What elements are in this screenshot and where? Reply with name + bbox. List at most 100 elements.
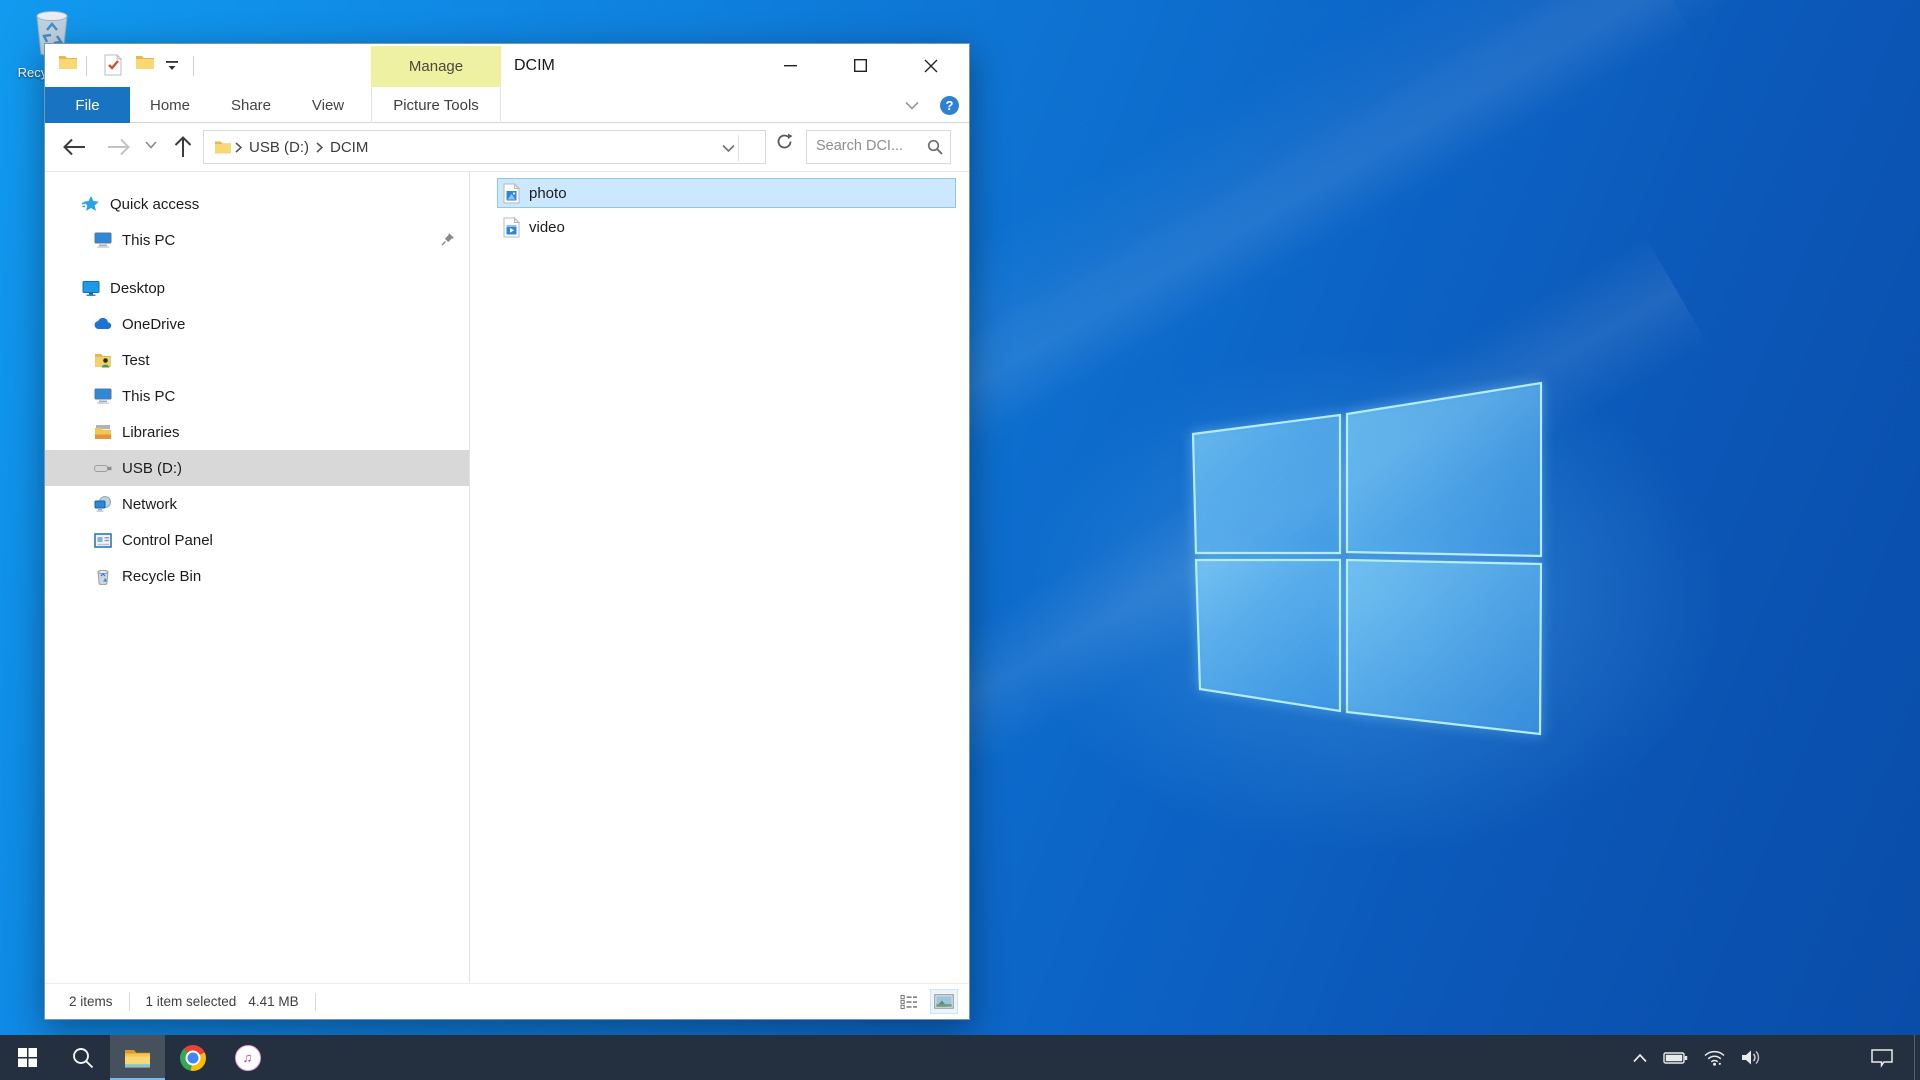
this-pc-icon (94, 231, 112, 249)
file-list: photo video (471, 172, 971, 985)
selection-count: 1 item selected (146, 994, 237, 1009)
libraries-icon (94, 423, 112, 441)
qat-properties-button[interactable] (103, 54, 123, 81)
tab-home[interactable]: Home (130, 87, 210, 123)
taskbar-file-explorer-button[interactable] (110, 1035, 165, 1080)
view-toggle-buttons (896, 990, 957, 1013)
sidebar-item-desktop[interactable]: Desktop (45, 270, 469, 306)
file-name: video (529, 219, 565, 236)
contextual-tab-manage[interactable]: Manage (371, 46, 501, 87)
sidebar-item-usb-d[interactable]: USB (D:) (45, 450, 469, 486)
chrome-icon (180, 1045, 206, 1071)
forward-button[interactable] (106, 135, 132, 159)
window-folder-icon (58, 54, 78, 76)
search-icon (71, 1046, 95, 1070)
show-desktop-button[interactable] (1914, 1035, 1920, 1080)
chevron-down-icon (722, 144, 735, 153)
file-explorer-icon (124, 1047, 151, 1069)
toolbar-separator (86, 56, 87, 76)
refresh-icon (776, 133, 793, 150)
tab-view[interactable]: View (292, 87, 364, 123)
file-explorer-window: Manage DCIM File Home Share View Picture… (44, 43, 970, 1020)
sidebar-item-label: Quick access (110, 196, 199, 213)
quick-access-star-icon (82, 195, 100, 213)
details-view-button[interactable] (896, 990, 922, 1013)
network-icon (94, 495, 112, 513)
user-folder-icon (94, 351, 112, 369)
forward-arrow-icon (106, 135, 132, 159)
this-pc-icon (94, 387, 112, 405)
sidebar-item-label: Recycle Bin (122, 568, 201, 585)
taskbar-itunes-button[interactable]: ♫ (220, 1035, 275, 1080)
breadcrumb-segment-dcim[interactable]: DCIM (326, 139, 372, 156)
up-button[interactable] (172, 135, 194, 159)
status-bar: 2 items 1 item selected 4.41 MB (45, 983, 969, 1019)
hidden-icons-chevron[interactable] (1632, 1053, 1648, 1063)
sidebar-item-this-pc[interactable]: This PC (45, 378, 469, 414)
large-thumbnails-view-button[interactable] (931, 990, 957, 1013)
onedrive-cloud-icon (94, 315, 112, 333)
items-count: 2 items (69, 994, 113, 1009)
minimize-button[interactable] (768, 44, 813, 87)
desktop-icon (82, 279, 100, 297)
expand-ribbon-button[interactable] (901, 95, 923, 115)
ribbon-tabs: File Home Share View Picture Tools ? (45, 87, 969, 123)
qat-customize-dropdown[interactable] (165, 59, 179, 77)
sidebar-item-onedrive[interactable]: OneDrive (45, 306, 469, 342)
sidebar-item-test[interactable]: Test (45, 342, 469, 378)
sidebar-item-network[interactable]: Network (45, 486, 469, 522)
system-tray (1632, 1035, 1763, 1080)
action-center-icon (1870, 1048, 1894, 1068)
toolbar-separator (193, 56, 194, 76)
wifi-icon[interactable] (1703, 1049, 1726, 1066)
sidebar-item-control-panel[interactable]: Control Panel (45, 522, 469, 558)
search-container (806, 130, 951, 164)
sidebar-item-recycle-bin[interactable]: Recycle Bin (45, 558, 469, 594)
address-bar[interactable]: USB (D:) DCIM (203, 130, 766, 164)
qat-new-folder-button[interactable] (135, 54, 155, 76)
search-icon[interactable] (927, 139, 943, 160)
help-button[interactable]: ? (940, 96, 959, 115)
navigation-pane: Quick access This PC Desktop (45, 172, 470, 985)
address-dropdown-button[interactable] (722, 140, 735, 158)
back-button[interactable] (61, 135, 87, 159)
breadcrumb-segment-usb[interactable]: USB (D:) (245, 139, 313, 156)
taskbar-chrome-button[interactable] (165, 1035, 220, 1080)
tab-share[interactable]: Share (210, 87, 292, 123)
breadcrumb-chevron-icon (316, 142, 323, 153)
file-row-photo[interactable]: photo (497, 178, 956, 208)
search-input[interactable] (807, 131, 919, 161)
status-separator (129, 993, 130, 1011)
battery-icon[interactable] (1663, 1051, 1688, 1065)
sidebar-item-quick-access[interactable]: Quick access (45, 186, 469, 222)
sidebar-item-label: Test (122, 352, 150, 369)
back-arrow-icon (61, 135, 87, 159)
itunes-icon: ♫ (235, 1045, 261, 1071)
tab-file[interactable]: File (45, 87, 130, 123)
chevron-down-icon (145, 141, 157, 149)
image-file-icon (503, 183, 520, 204)
help-icon: ? (946, 98, 954, 113)
refresh-button[interactable] (772, 130, 796, 152)
sidebar-item-libraries[interactable]: Libraries (45, 414, 469, 450)
sidebar-item-label: USB (D:) (122, 460, 182, 477)
pin-icon (441, 232, 455, 250)
tab-picture-tools[interactable]: Picture Tools (371, 87, 501, 123)
sidebar-item-label: This PC (122, 232, 175, 249)
usb-drive-icon (94, 459, 112, 477)
action-center-button[interactable] (1870, 1035, 1894, 1080)
address-folder-icon (214, 140, 232, 155)
details-view-icon (900, 994, 918, 1010)
sidebar-item-this-pc-pinned[interactable]: This PC (45, 222, 469, 258)
window-title: DCIM (514, 44, 555, 87)
file-row-video[interactable]: video (497, 212, 956, 242)
maximize-button[interactable] (838, 44, 883, 87)
close-button[interactable] (908, 44, 953, 87)
selection-size: 4.41 MB (248, 994, 298, 1009)
address-separator (738, 135, 739, 161)
recent-locations-dropdown[interactable] (145, 141, 157, 149)
start-button[interactable] (0, 1035, 55, 1080)
volume-icon[interactable] (1741, 1049, 1763, 1066)
taskbar-search-button[interactable] (55, 1035, 110, 1080)
taskbar: ♫ (0, 1035, 1920, 1080)
